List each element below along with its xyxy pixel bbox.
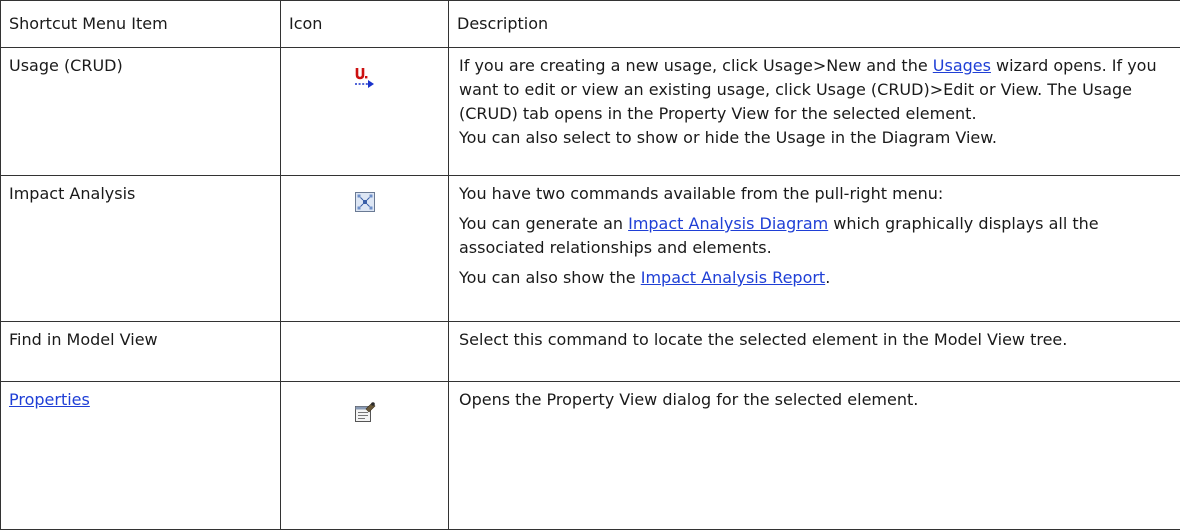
row-desc-find-in-model-view: Select this command to locate the select… bbox=[449, 322, 1180, 382]
header-shortcut-menu-item: Shortcut Menu Item bbox=[1, 1, 281, 48]
properties-icon bbox=[353, 400, 377, 424]
icon-cell bbox=[281, 176, 449, 322]
row-name-find-in-model-view: Find in Model View bbox=[1, 322, 281, 382]
usages-link[interactable]: Usages bbox=[933, 56, 991, 75]
usage-crud-icon bbox=[353, 66, 377, 90]
impact-desc-p3-pre: You can also show the bbox=[459, 268, 641, 287]
table-row: Impact Analysis You have two commands bbox=[1, 176, 1180, 322]
impact-analysis-diagram-link[interactable]: Impact Analysis Diagram bbox=[628, 214, 828, 233]
impact-analysis-icon bbox=[353, 190, 377, 214]
row-desc-impact-analysis: You have two commands available from the… bbox=[449, 176, 1180, 322]
table-row: Properties Opens the Property View dialo… bbox=[1, 382, 1180, 530]
impact-analysis-report-link[interactable]: Impact Analysis Report bbox=[641, 268, 825, 287]
header-icon: Icon bbox=[281, 1, 449, 48]
row-name-usage-crud: Usage (CRUD) bbox=[1, 48, 281, 176]
impact-desc-p1: You have two commands available from the… bbox=[459, 182, 1170, 206]
icon-cell bbox=[281, 48, 449, 176]
usage-desc-text-pre: If you are creating a new usage, click U… bbox=[459, 56, 933, 75]
icon-cell-empty bbox=[281, 322, 449, 382]
row-name-impact-analysis: Impact Analysis bbox=[1, 176, 281, 322]
table-header-row: Shortcut Menu Item Icon Description bbox=[1, 1, 1180, 48]
shortcut-menu-table: Shortcut Menu Item Icon Description Usag… bbox=[0, 0, 1180, 530]
properties-link[interactable]: Properties bbox=[9, 390, 90, 409]
usage-desc-line2: You can also select to show or hide the … bbox=[459, 126, 1170, 150]
impact-desc-p2-pre: You can generate an bbox=[459, 214, 628, 233]
row-desc-properties: Opens the Property View dialog for the s… bbox=[449, 382, 1180, 530]
header-description: Description bbox=[449, 1, 1180, 48]
row-desc-usage-crud: If you are creating a new usage, click U… bbox=[449, 48, 1180, 176]
table-row: Usage (CRUD) If you are creating a new u… bbox=[1, 48, 1180, 176]
usage-desc-paragraph: If you are creating a new usage, click U… bbox=[459, 54, 1170, 126]
row-name-properties: Properties bbox=[1, 382, 281, 530]
icon-cell bbox=[281, 382, 449, 530]
table-row: Find in Model View Select this command t… bbox=[1, 322, 1180, 382]
impact-desc-p3: You can also show the Impact Analysis Re… bbox=[459, 266, 1170, 290]
impact-desc-p2: You can generate an Impact Analysis Diag… bbox=[459, 212, 1170, 260]
impact-desc-p3-post: . bbox=[825, 268, 830, 287]
